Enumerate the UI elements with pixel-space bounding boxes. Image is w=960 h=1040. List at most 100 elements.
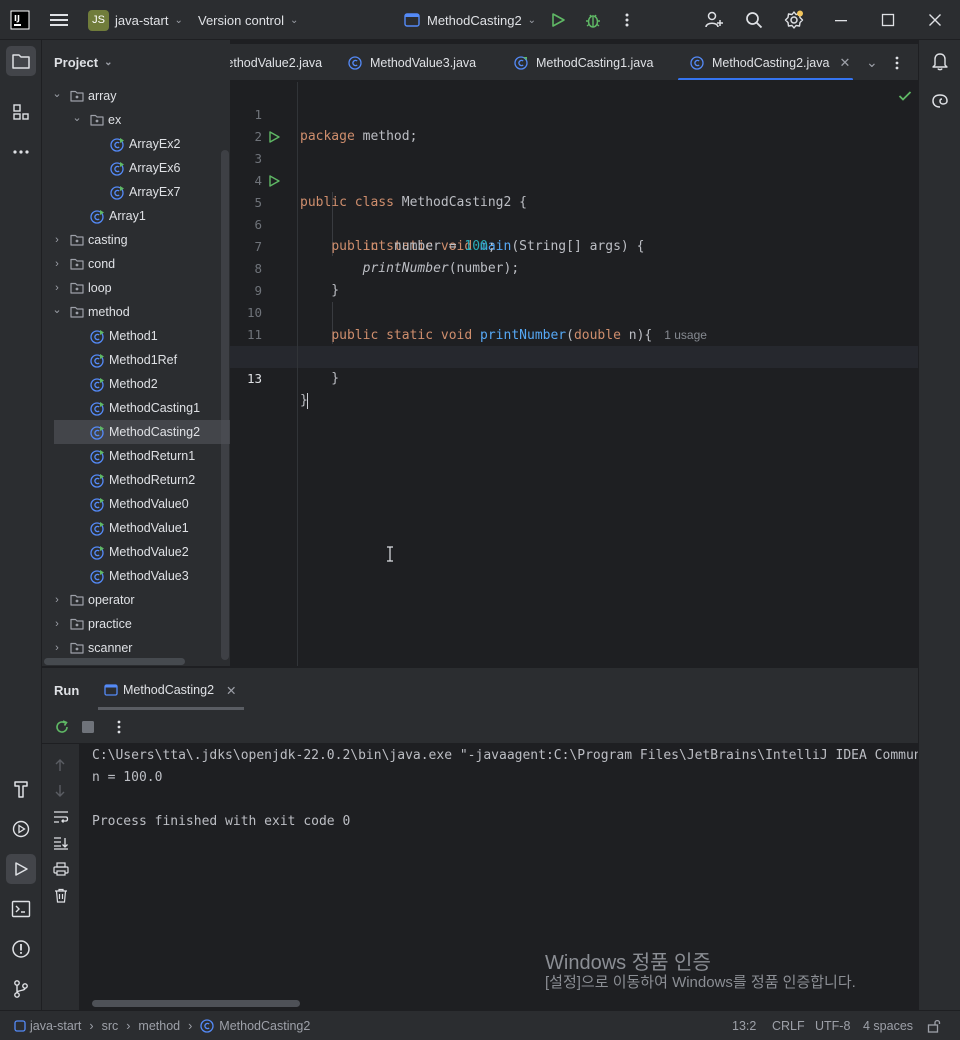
settings-gear-icon[interactable] (784, 0, 804, 40)
code-line: 10 public static void printNumber(double… (246, 305, 707, 343)
project-tool-button[interactable] (6, 46, 36, 76)
console-horizontal-scrollbar[interactable] (92, 1000, 300, 1007)
trash-icon[interactable] (54, 880, 68, 910)
close-window-icon[interactable] (928, 0, 942, 40)
chevron-right-icon[interactable]: › (52, 258, 62, 270)
left-tool-strip (0, 40, 42, 1010)
tree-class-methodvalue1[interactable]: MethodValue1 (90, 516, 189, 540)
chevron-right-icon[interactable]: › (52, 594, 62, 606)
stop-icon[interactable] (82, 712, 94, 742)
tab-close-icon[interactable]: ✕ (839, 55, 850, 71)
maximize-icon[interactable] (881, 0, 895, 40)
tree-class-methodvalue0[interactable]: MethodValue0 (90, 492, 189, 516)
run-gutter-icon[interactable] (268, 131, 280, 143)
tree-folder-method[interactable]: ⌄ method (52, 300, 129, 324)
project-tree-vertical-scrollbar[interactable] (221, 150, 229, 660)
tree-class-method1[interactable]: Method1 (90, 324, 158, 348)
line-separator[interactable]: CRLF (772, 1011, 805, 1040)
chevron-down-icon: ⌄ (174, 14, 183, 26)
tree-class-method1ref[interactable]: Method1Ref (90, 348, 177, 372)
tab-methodcasting2[interactable]: MethodCasting2.java ✕ (678, 44, 853, 80)
tree-class-methodvalue3[interactable]: MethodValue3 (90, 564, 189, 588)
breadcrumb-item[interactable]: method (138, 1019, 180, 1033)
tree-class-methodcasting1[interactable]: MethodCasting1 (90, 396, 200, 420)
checkmark-icon[interactable] (898, 90, 912, 102)
tree-folder-casting[interactable]: › casting (52, 228, 127, 252)
chevron-right-icon[interactable]: › (52, 618, 62, 630)
tree-class-methodcasting2[interactable]: MethodCasting2 (54, 420, 230, 444)
file-encoding[interactable]: UTF-8 (815, 1011, 850, 1040)
search-icon[interactable] (745, 0, 763, 40)
run-tool-button[interactable] (6, 854, 36, 884)
tree-item-label: MethodCasting2 (109, 425, 201, 439)
tree-class-methodvalue2[interactable]: MethodValue2 (90, 540, 189, 564)
add-user-icon[interactable] (704, 0, 724, 40)
tree-folder-array[interactable]: ⌄ array (52, 84, 116, 108)
project-panel-header[interactable]: Project ⌄ (42, 40, 230, 84)
app-logo[interactable]: IJ (10, 0, 30, 40)
tab-methodcasting1[interactable]: MethodCasting1.java (514, 44, 653, 80)
tree-folder-loop[interactable]: › loop (52, 276, 111, 300)
code-editor[interactable]: 1 package method; 2 3 public class Metho… (230, 82, 918, 666)
tree-class-methodreturn2[interactable]: MethodReturn2 (90, 468, 195, 492)
tree-class-arrayex7[interactable]: ArrayEx7 (110, 180, 180, 204)
tree-class-arrayex2[interactable]: ArrayEx2 (110, 132, 180, 156)
folder-icon (12, 54, 30, 69)
tree-item-label: MethodValue3 (109, 569, 189, 583)
code-line: 6 int number = 100; (254, 217, 496, 254)
tree-folder-scanner[interactable]: › scanner (52, 636, 132, 660)
main-menu-icon[interactable] (50, 0, 68, 40)
git-branch-icon[interactable] (6, 974, 36, 1004)
more-tools-icon[interactable] (6, 137, 36, 167)
chevron-down-icon[interactable]: ⌄ (52, 303, 62, 316)
chevron-right-icon[interactable]: › (52, 282, 62, 294)
run-tab-close-icon[interactable]: ✕ (226, 683, 236, 698)
chevron-right-icon[interactable]: › (52, 642, 62, 654)
problems-icon[interactable] (6, 934, 36, 964)
debug-button[interactable] (584, 0, 602, 40)
breadcrumb-item[interactable]: MethodCasting2 (219, 1019, 310, 1033)
project-switcher[interactable]: JS java-start ⌄ (88, 0, 183, 40)
run-tab[interactable]: MethodCasting2 ✕ (104, 675, 237, 705)
ai-assistant-icon[interactable] (925, 86, 955, 116)
breadcrumb-item[interactable]: src (102, 1019, 119, 1033)
tree-item-label: practice (88, 617, 132, 631)
vcs-menu[interactable]: Version control ⌄ (198, 0, 298, 40)
tree-folder-ex[interactable]: ⌄ ex (72, 108, 121, 132)
tree-class-array1[interactable]: Array1 (90, 204, 146, 228)
tree-folder-operator[interactable]: › operator (52, 588, 134, 612)
chevron-down-icon[interactable]: ⌄ (72, 111, 82, 124)
minimize-icon[interactable] (834, 0, 848, 40)
tree-folder-practice[interactable]: › practice (52, 612, 132, 636)
tree-folder-cond[interactable]: › cond (52, 252, 115, 276)
indent-setting[interactable]: 4 spaces (863, 1011, 913, 1040)
build-hammer-icon[interactable] (6, 774, 36, 804)
rerun-icon[interactable] (54, 712, 70, 742)
run-config-selector[interactable]: MethodCasting2 ⌄ (404, 0, 536, 40)
services-icon[interactable] (6, 814, 36, 844)
tree-item-label: Method1Ref (109, 353, 178, 367)
notifications-bell-icon[interactable] (925, 46, 955, 76)
play-icon (552, 13, 565, 27)
package-folder-icon (70, 258, 84, 270)
more-actions-icon[interactable] (620, 0, 634, 40)
tree-class-methodreturn1[interactable]: MethodReturn1 (90, 444, 195, 468)
terminal-icon[interactable] (6, 894, 36, 924)
tab-more-icon[interactable] (894, 44, 900, 80)
chevron-right-icon[interactable]: › (52, 234, 62, 246)
caret-position[interactable]: 13:2 (732, 1011, 756, 1040)
project-tree-horizontal-scrollbar[interactable] (44, 658, 185, 665)
tab-methodvalue3[interactable]: MethodValue3.java (348, 44, 476, 80)
run-more-icon[interactable] (116, 712, 122, 742)
run-gutter-icon[interactable] (268, 175, 280, 187)
structure-tool-button[interactable] (6, 97, 36, 127)
breadcrumb-item[interactable]: java-start (30, 1019, 81, 1033)
tab-list-dropdown[interactable]: ⌄ (866, 44, 878, 80)
tab-methodvalue2[interactable]: MethodValue2.java (230, 44, 322, 80)
chevron-down-icon: ⌄ (866, 54, 878, 70)
chevron-down-icon[interactable]: ⌄ (52, 87, 62, 100)
run-button[interactable] (550, 0, 566, 40)
lock-icon[interactable] (927, 1011, 941, 1040)
tree-class-arrayex6[interactable]: ArrayEx6 (110, 156, 180, 180)
tree-class-method2[interactable]: Method2 (90, 372, 158, 396)
